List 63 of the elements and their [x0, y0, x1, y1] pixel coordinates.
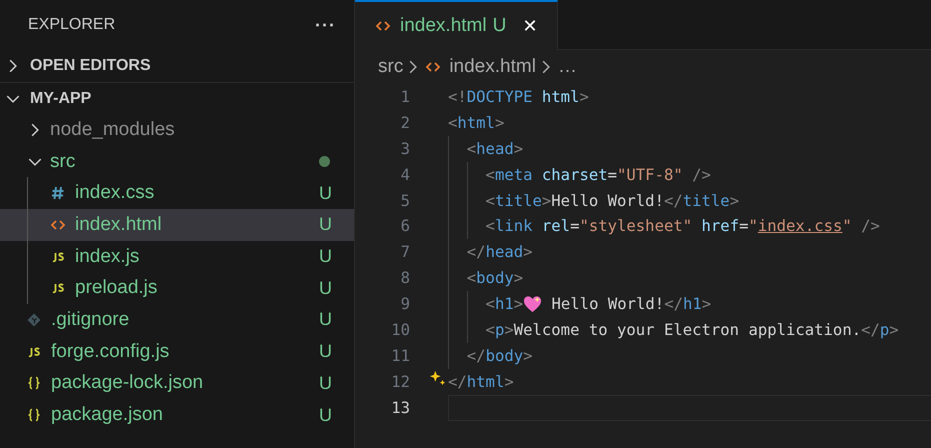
status-label: U [319, 278, 332, 299]
line-number: 4 [400, 166, 410, 184]
file-tree-item[interactable]: index.html U [0, 209, 354, 241]
line-number: 10 [390, 320, 410, 339]
status-label: U [319, 182, 332, 204]
status-label: U [319, 246, 332, 268]
section-title[interactable]: OPEN EDITORS [30, 56, 151, 74]
file-tree-item[interactable]: src [0, 146, 354, 178]
code-line: </head> [466, 243, 533, 262]
line-number: 2 [400, 114, 410, 132]
chevron-right-icon[interactable] [9, 58, 17, 72]
status-label: U [319, 372, 332, 394]
breadcrumb-item[interactable]: index.html [449, 56, 536, 78]
code-line: <h1> Hello World!</h1> [484, 294, 712, 314]
code-line: <head> [466, 140, 524, 158]
chevron-right-icon[interactable] [31, 122, 39, 137]
code-line: </body> [466, 346, 533, 365]
close-button[interactable]: ✕ [522, 15, 538, 37]
editor-tab[interactable]: index.html U ✕ [355, 0, 558, 50]
chevron-down-icon[interactable] [28, 158, 42, 166]
file-tree-item[interactable]: package.json U [0, 399, 354, 431]
file-tree-item[interactable]: index.js U [0, 240, 354, 272]
chevron-right-icon [409, 60, 418, 74]
status-label: U [319, 341, 332, 362]
file-tree-item[interactable]: preload.js U [0, 272, 354, 304]
diamond-icon [26, 312, 42, 328]
code-line: <html> [448, 114, 504, 132]
file-tree-item[interactable]: package-lock.json U [0, 368, 354, 400]
status-label: U [319, 404, 332, 426]
braces-icon [26, 375, 42, 392]
heart-icon [523, 294, 542, 314]
code-line: <p>Welcome to your Electron application.</p> [484, 320, 899, 339]
status-label: U [319, 309, 332, 330]
breadcrumb-item[interactable]: … [558, 56, 577, 78]
line-number: 6 [400, 217, 410, 236]
code-line: </html> [448, 372, 514, 391]
hash-icon [50, 185, 66, 202]
line-number: 12 [390, 372, 410, 391]
line-number: 9 [400, 295, 410, 314]
line-number: 7 [400, 243, 410, 262]
code-line: <link rel="stylesheet" href="index.css" /> [484, 217, 880, 236]
line-number: 11 [390, 346, 410, 365]
chevron-down-icon[interactable] [6, 94, 20, 102]
code-line: <meta charset="UTF-8" /> [484, 166, 711, 184]
breadcrumb-item[interactable]: src [378, 56, 404, 78]
code-line: <!DOCTYPE html> [448, 88, 589, 106]
more-actions-button[interactable]: ··· [315, 14, 336, 36]
file-tree-item[interactable]: node_modules [0, 114, 354, 146]
file-tree-item[interactable]: .gitignore U [0, 304, 354, 336]
line-number: 1 [400, 88, 410, 106]
chevron-right-icon [542, 60, 550, 74]
braces-icon [26, 407, 42, 424]
code-line: <title>Hello World!</title> [484, 192, 740, 210]
line-number: 8 [400, 269, 410, 288]
line-number: 3 [400, 140, 410, 158]
line-number: 5 [400, 192, 410, 210]
section-title[interactable]: MY-APP [30, 90, 92, 108]
file-tree-item[interactable]: forge.config.js U [0, 336, 354, 368]
status-label: U [319, 214, 332, 236]
code-line: <body> [466, 269, 524, 288]
line-number: 13 [390, 398, 410, 417]
file-tree-item[interactable]: index.css U [0, 177, 354, 210]
panel-title: EXPLORER [28, 16, 116, 34]
